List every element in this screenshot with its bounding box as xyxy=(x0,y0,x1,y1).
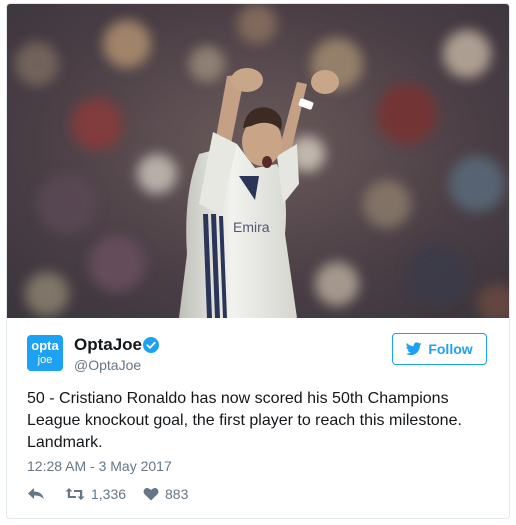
tweet-text-line: League knockout goal, the first player t… xyxy=(27,412,462,429)
author-handle[interactable]: @OptaJoe xyxy=(74,357,141,373)
retweet-button[interactable]: 1,336 xyxy=(65,484,126,504)
follow-label: Follow xyxy=(428,341,473,357)
retweet-icon xyxy=(65,488,85,500)
retweet-count: 1,336 xyxy=(91,486,127,502)
tweet-card: Emira opta joe OptaJoe @OptaJoe Follow 5… xyxy=(6,3,510,519)
player-photo: Emira xyxy=(7,4,509,318)
avatar[interactable]: opta joe xyxy=(27,335,63,371)
avatar-line2: joe xyxy=(37,354,53,366)
verified-badge-icon xyxy=(143,337,159,353)
follow-button[interactable]: Follow xyxy=(392,333,487,365)
like-button[interactable]: 883 xyxy=(143,484,188,504)
reply-button[interactable] xyxy=(27,484,45,504)
tweet-text-line: 50 - Cristiano Ronaldo has now scored hi… xyxy=(27,390,449,407)
timestamp[interactable]: 12:28 AM - 3 May 2017 xyxy=(27,458,172,474)
reply-icon xyxy=(28,488,44,499)
like-count: 883 xyxy=(165,486,189,502)
author-name[interactable]: OptaJoe xyxy=(74,335,142,355)
tweet-text: 50 - Cristiano Ronaldo has now scored hi… xyxy=(27,388,497,454)
tweet-photo[interactable]: Emira xyxy=(7,4,509,318)
heart-icon xyxy=(143,487,159,501)
jersey-text: Emira xyxy=(233,219,270,235)
avatar-line1: opta xyxy=(31,338,59,353)
twitter-bird-icon xyxy=(406,342,423,356)
tweet-text-line: Landmark. xyxy=(27,434,103,451)
